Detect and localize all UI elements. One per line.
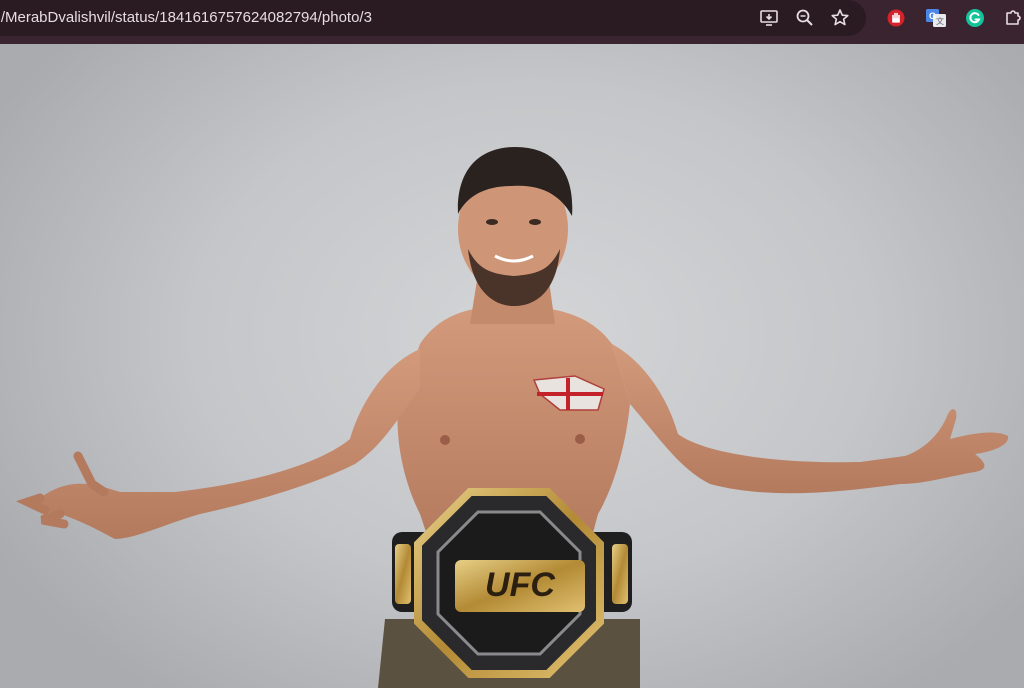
extensions-puzzle-icon[interactable] [1002,6,1024,30]
grammarly-extension-icon[interactable] [963,6,987,30]
install-app-icon[interactable] [757,6,781,30]
url-text[interactable]: om/MerabDvalishvil/status/18416167576240… [0,9,372,27]
belt-ufc-text: UFC [485,566,555,604]
svg-text:G: G [929,11,936,21]
translate-extension-icon[interactable]: G 文 [924,6,948,30]
zoom-icon[interactable] [793,6,817,30]
stop-hand-extension-icon[interactable] [884,6,908,30]
address-bar[interactable]: om/MerabDvalishvil/status/18416167576240… [0,0,866,36]
bookmark-star-icon[interactable] [828,6,852,30]
fighter-with-championship-belt-image: UFC [0,44,1024,688]
svg-text:文: 文 [936,16,944,26]
browser-toolbar: om/MerabDvalishvil/status/18416167576240… [0,0,1024,44]
